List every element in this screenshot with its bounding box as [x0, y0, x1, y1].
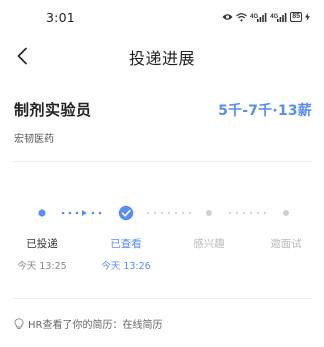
signal-icon: 4G: [270, 12, 287, 22]
step-label-delivered: 已投递: [26, 238, 58, 250]
charging-icon: [305, 13, 310, 21]
step-label-viewed: 已查看: [110, 238, 142, 250]
step-time-viewed: 今天 13:26: [101, 261, 151, 272]
progress-connector-pending: [146, 211, 192, 215]
progress-track: [0, 203, 324, 223]
step-dot-delivered: [38, 209, 46, 217]
status-bar: 3:01 4G 4G 85: [0, 0, 324, 34]
step-check-viewed: [118, 205, 134, 221]
step-dot-interview: [283, 210, 289, 216]
progress-connector-done: [61, 210, 102, 216]
hr-hint: HR查看了你的简历：在线简历: [14, 316, 162, 331]
step-label-interested: 感兴趣: [193, 238, 225, 250]
battery-icon: 85: [290, 12, 302, 22]
company-name: 宏韧医药: [14, 134, 54, 145]
job-salary: 5千-7千·13薪: [218, 103, 312, 119]
job-title: 制剂实验员: [14, 101, 92, 119]
step-time-delivered: 今天 13:25: [17, 261, 67, 272]
divider: [12, 161, 312, 162]
signal-icon: 4G: [250, 12, 267, 22]
divider: [12, 298, 312, 299]
status-time: 3:01: [46, 10, 75, 25]
page-title: 投递进展: [128, 49, 195, 68]
status-icons: 4G 4G 85: [222, 11, 310, 23]
progress-connector-pending: [228, 211, 267, 215]
lightbulb-icon: [14, 317, 24, 329]
step-dot-interested: [206, 210, 212, 216]
hr-hint-text: HR查看了你的简历：在线简历: [28, 320, 163, 331]
wifi-icon: [236, 12, 248, 22]
eye-icon: [222, 13, 233, 21]
step-label-interview: 邀面试: [270, 238, 302, 250]
